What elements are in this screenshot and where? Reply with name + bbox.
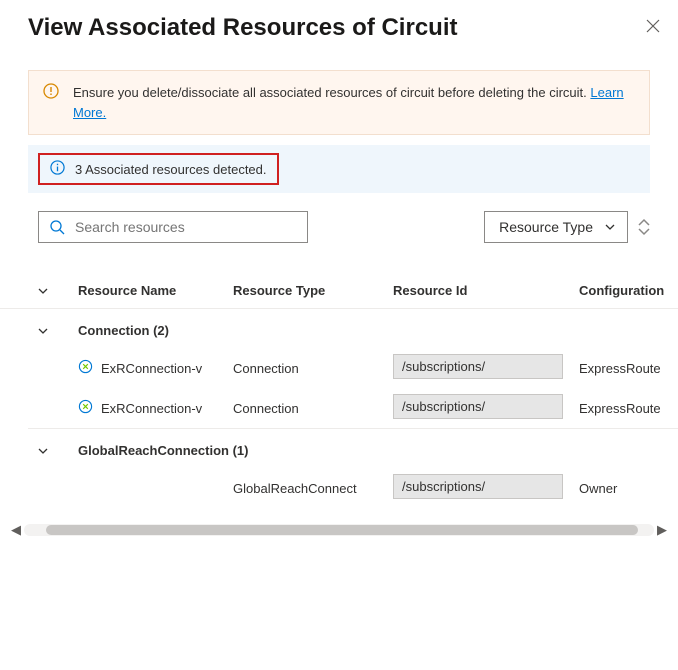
resource-type: GlobalReachConnect (233, 481, 393, 496)
sort-dropdown[interactable]: Resource Type (484, 211, 628, 243)
horizontal-scrollbar[interactable]: ◀ ▶ (8, 522, 670, 538)
search-icon (49, 219, 65, 235)
info-banner: 3 Associated resources detected. (28, 145, 650, 193)
group-label: GlobalReachConnection (1) (78, 443, 248, 458)
col-header-type[interactable]: Resource Type (233, 283, 393, 298)
resource-name: ExRConnection-v (101, 401, 202, 416)
resource-type: Connection (233, 401, 393, 416)
warning-text: Ensure you delete/dissociate all associa… (73, 85, 590, 100)
warning-icon (43, 83, 59, 102)
col-header-conf[interactable]: Configuration (579, 283, 678, 298)
resource-conf: ExpressRoute (579, 401, 678, 416)
resource-conf: Owner (579, 481, 678, 496)
resource-id[interactable]: /subscriptions/ (393, 354, 563, 379)
search-input-wrap[interactable] (38, 211, 308, 243)
close-icon (646, 19, 660, 33)
table-row[interactable]: GlobalReachConnect /subscriptions/ Owner (0, 468, 678, 508)
sort-up-icon (638, 218, 650, 226)
resource-name: ExRConnection-v (101, 361, 202, 376)
scroll-left-arrow[interactable]: ◀ (8, 522, 24, 538)
warning-banner: Ensure you delete/dissociate all associa… (28, 70, 650, 135)
table-row[interactable]: ExRConnection-v Connection /subscription… (0, 348, 678, 388)
scroll-right-arrow[interactable]: ▶ (654, 522, 670, 538)
resource-id[interactable]: /subscriptions/ (393, 394, 563, 419)
page-title: View Associated Resources of Circuit (28, 14, 457, 42)
resource-id[interactable]: /subscriptions/ (393, 474, 563, 499)
scroll-thumb[interactable] (46, 525, 638, 535)
group-header[interactable]: Connection (2) (0, 309, 678, 348)
info-icon (50, 160, 65, 178)
resource-conf: ExpressRoute (579, 361, 678, 376)
info-text: 3 Associated resources detected. (75, 162, 267, 177)
group-label: Connection (2) (78, 323, 169, 338)
group-header[interactable]: GlobalReachConnection (1) (0, 429, 678, 468)
chevron-down-icon[interactable] (36, 284, 50, 298)
table-header: Resource Name Resource Type Resource Id … (0, 249, 678, 309)
connection-icon (78, 399, 93, 417)
col-header-name[interactable]: Resource Name (78, 283, 233, 298)
chevron-down-icon (603, 220, 617, 234)
chevron-down-icon (36, 324, 50, 338)
sort-down-icon (638, 228, 650, 236)
sort-direction-toggle[interactable] (638, 218, 650, 236)
close-button[interactable] (646, 19, 660, 37)
sort-label: Resource Type (499, 219, 593, 235)
connection-icon (78, 359, 93, 377)
chevron-down-icon (36, 444, 50, 458)
table-row[interactable]: ExRConnection-v Connection /subscription… (0, 388, 678, 428)
col-header-id[interactable]: Resource Id (393, 283, 579, 298)
resource-type: Connection (233, 361, 393, 376)
search-input[interactable] (75, 219, 297, 235)
